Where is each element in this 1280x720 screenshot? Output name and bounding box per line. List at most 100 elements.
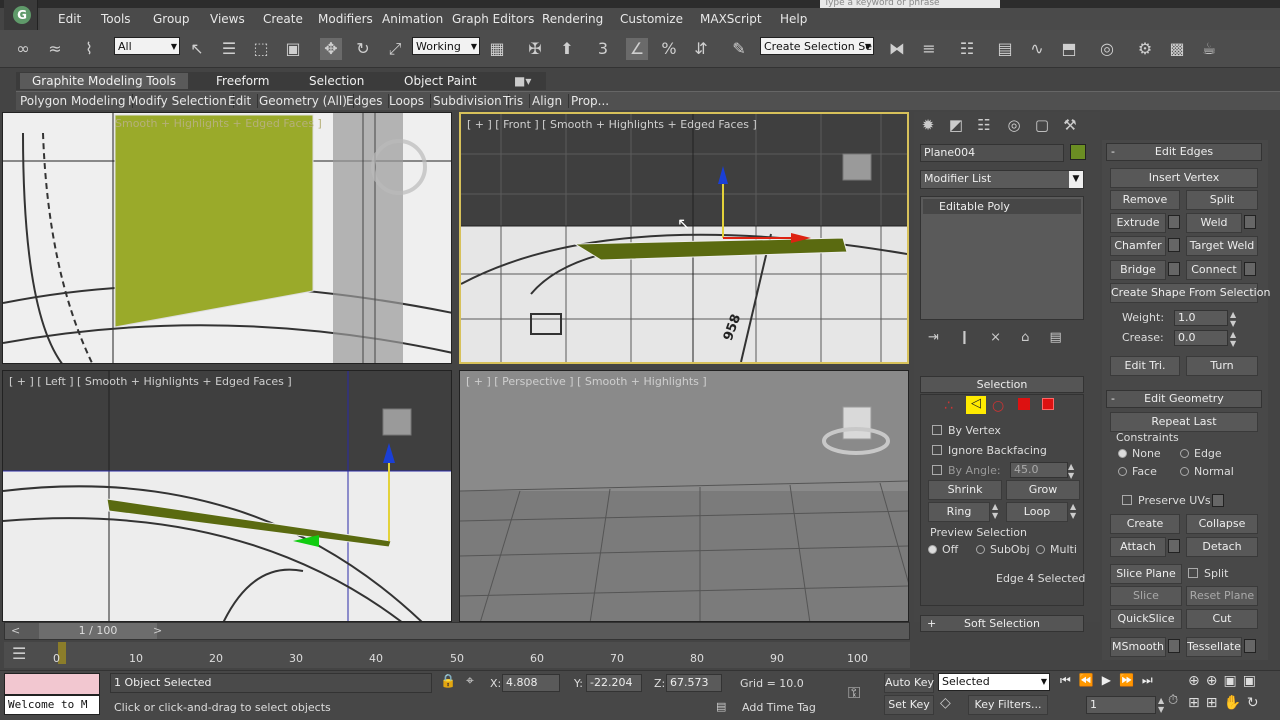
ring-button[interactable]: Ring xyxy=(928,502,990,522)
modify-tab-icon[interactable]: ◩ xyxy=(944,116,968,138)
maxscript-listener[interactable]: Welcome to M xyxy=(4,695,100,715)
unlink-icon[interactable]: ≈ xyxy=(44,38,66,60)
split-button[interactable]: Split xyxy=(1186,190,1258,210)
remove-button[interactable]: Remove xyxy=(1110,190,1180,210)
select-manipulate-icon[interactable]: ✠ xyxy=(524,38,546,60)
select-move-icon[interactable]: ✥ xyxy=(320,38,342,60)
key-filters-button[interactable]: Key Filters... xyxy=(968,695,1048,715)
bridge-button[interactable]: Bridge xyxy=(1110,260,1166,280)
tessellate-settings-icon[interactable] xyxy=(1244,639,1256,653)
tab-object-paint[interactable]: Object Paint xyxy=(404,73,477,89)
preview-off-radio[interactable]: Off xyxy=(928,543,958,556)
turn-button[interactable]: Turn xyxy=(1186,356,1258,376)
render-production-icon[interactable]: ☕ xyxy=(1198,38,1220,60)
slice-plane-button[interactable]: Slice Plane xyxy=(1110,564,1182,584)
show-end-result-icon[interactable]: ❙ xyxy=(959,330,970,345)
add-time-tag-button[interactable]: Add Time Tag xyxy=(742,701,816,714)
rectangular-selection-icon[interactable]: ⬚ xyxy=(250,38,272,60)
viewport-front[interactable]: [ + ] [ Front ] [ Smooth + Highlights + … xyxy=(459,112,909,364)
bind-spacewarp-icon[interactable]: ⌇ xyxy=(78,38,100,60)
viewport-top-label[interactable]: Smooth + Highlights + Edged Faces ] xyxy=(115,117,322,130)
menu-edit[interactable]: Edit xyxy=(58,12,81,26)
angle-spinner-arrows[interactable]: ▲ ▼ xyxy=(1068,462,1074,480)
current-frame-field[interactable]: 1 xyxy=(1086,696,1156,714)
time-slider-thumb[interactable]: 1 / 100 xyxy=(39,623,157,639)
preserve-uvs-settings-icon[interactable] xyxy=(1212,494,1224,507)
tab-freeform[interactable]: Freeform xyxy=(216,73,269,89)
remove-modifier-icon[interactable]: ⌂ xyxy=(1021,330,1029,345)
edge-mode-icon[interactable]: ◁ xyxy=(966,396,986,414)
crease-spinner-arrows[interactable]: ▲ ▼ xyxy=(1230,330,1236,348)
tab-graphite-modeling-tools[interactable]: Graphite Modeling Tools xyxy=(20,73,188,89)
frame-spinner[interactable]: ▲ ▼ xyxy=(1158,696,1164,714)
quickslice-button[interactable]: QuickSlice xyxy=(1110,609,1182,629)
viewport-front-label[interactable]: [ + ] [ Front ] [ Smooth + Highlights + … xyxy=(467,118,757,131)
make-unique-icon[interactable]: ⨯ xyxy=(990,330,1001,345)
named-selection-sets-dropdown[interactable]: Create Selection Se ▼ xyxy=(760,37,874,55)
loop-spinner[interactable]: ▲ ▼ xyxy=(1070,502,1076,520)
z-coordinate-field[interactable]: 67.573 xyxy=(666,674,722,692)
mirror-icon[interactable]: ⧓ xyxy=(886,38,908,60)
menu-group[interactable]: Group xyxy=(153,12,190,26)
constraint-none-radio[interactable]: None xyxy=(1118,447,1161,460)
time-slider[interactable]: < 1 / 100 > xyxy=(4,622,910,640)
constraint-edge-radio[interactable]: Edge xyxy=(1180,447,1222,460)
application-button[interactable]: G xyxy=(4,0,38,30)
menu-animation[interactable]: Animation xyxy=(382,12,443,26)
search-input[interactable]: Type a keyword or phrase xyxy=(820,0,1000,8)
modifier-list-dropdown[interactable]: Modifier List ▼ xyxy=(920,170,1084,189)
rendered-frame-window-icon[interactable]: ▩ xyxy=(1166,38,1188,60)
select-by-name-icon[interactable]: ☰ xyxy=(218,38,240,60)
key-icon[interactable]: ⚿ xyxy=(848,683,860,703)
graphite-toggle-icon[interactable]: ▤ xyxy=(994,38,1016,60)
playback-controls[interactable]: ⏮⏪▶⏩⏭ xyxy=(1060,673,1161,688)
split-checkbox[interactable]: Split xyxy=(1188,567,1228,580)
insert-vertex-button[interactable]: Insert Vertex xyxy=(1110,168,1258,188)
edit-geometry-rollout-header[interactable]: - Edit Geometry xyxy=(1106,390,1262,408)
stack-item-editable-poly[interactable]: Editable Poly xyxy=(923,199,1081,214)
auto-key-button[interactable]: Auto Key xyxy=(884,673,934,693)
vertex-mode-icon[interactable]: ∴ xyxy=(944,398,953,414)
panel-modify-selection[interactable]: Modify Selection xyxy=(128,94,234,108)
utilities-tab-icon[interactable]: ⚒ xyxy=(1058,116,1082,138)
x-coordinate-field[interactable]: 4.808 xyxy=(502,674,560,692)
extrude-button[interactable]: Extrude xyxy=(1110,213,1166,233)
select-rotate-icon[interactable]: ↻ xyxy=(352,38,374,60)
attach-list-icon[interactable] xyxy=(1168,539,1180,553)
tessellate-button[interactable]: Tessellate xyxy=(1186,637,1242,657)
layer-manager-icon[interactable]: ☷ xyxy=(956,38,978,60)
track-bar[interactable]: ☰ 0 10 20 30 40 50 60 70 80 90 100 xyxy=(4,642,910,668)
motion-tab-icon[interactable]: ◎ xyxy=(1002,116,1026,138)
viewport-left[interactable]: [ + ] [ Left ] [ Smooth + Highlights + E… xyxy=(2,370,452,622)
panel-subdivision[interactable]: Subdivision xyxy=(433,94,509,108)
reference-coordinate-dropdown[interactable]: Working ▼ xyxy=(412,37,480,55)
create-button[interactable]: Create xyxy=(1110,514,1180,534)
attach-button[interactable]: Attach xyxy=(1110,537,1166,557)
viewport-perspective[interactable]: [ + ] [ Perspective ] [ Smooth + Highlig… xyxy=(459,370,909,622)
weight-spinner-arrows[interactable]: ▲ ▼ xyxy=(1230,310,1236,328)
object-color-swatch[interactable] xyxy=(1070,144,1086,160)
select-scale-icon[interactable]: ⤢ xyxy=(384,38,406,60)
menu-modifiers[interactable]: Modifiers xyxy=(318,12,373,26)
next-frame-arrow-icon[interactable]: > xyxy=(153,624,162,637)
viewport-top[interactable]: Smooth + Highlights + Edged Faces ] xyxy=(2,112,452,364)
curve-editor-icon[interactable]: ∿ xyxy=(1026,38,1048,60)
tab-selection[interactable]: Selection xyxy=(309,73,364,89)
panel-align[interactable]: Align xyxy=(532,94,570,108)
ring-spinner[interactable]: ▲ ▼ xyxy=(992,502,998,520)
absolute-mode-icon[interactable]: ⌖ xyxy=(466,673,474,689)
schematic-view-icon[interactable]: ⬒ xyxy=(1058,38,1080,60)
edit-tri-button[interactable]: Edit Tri. xyxy=(1110,356,1180,376)
edit-named-selection-icon[interactable]: ✎ xyxy=(728,38,750,60)
polygon-mode-icon[interactable] xyxy=(1018,398,1030,410)
by-vertex-checkbox[interactable]: By Vertex xyxy=(932,424,1001,437)
y-coordinate-field[interactable]: -22.204 xyxy=(586,674,642,692)
align-icon[interactable]: ≡ xyxy=(918,38,940,60)
create-tab-icon[interactable]: ✹ xyxy=(916,116,940,138)
spinner-snap-icon[interactable]: ⇵ xyxy=(690,38,712,60)
weld-settings-icon[interactable] xyxy=(1244,215,1256,229)
ignore-backfacing-checkbox[interactable]: Ignore Backfacing xyxy=(932,444,1047,457)
pivot-center-icon[interactable]: ▦ xyxy=(486,38,508,60)
time-tag-icon[interactable]: ▤ xyxy=(716,700,726,713)
menu-views[interactable]: Views xyxy=(210,12,245,26)
